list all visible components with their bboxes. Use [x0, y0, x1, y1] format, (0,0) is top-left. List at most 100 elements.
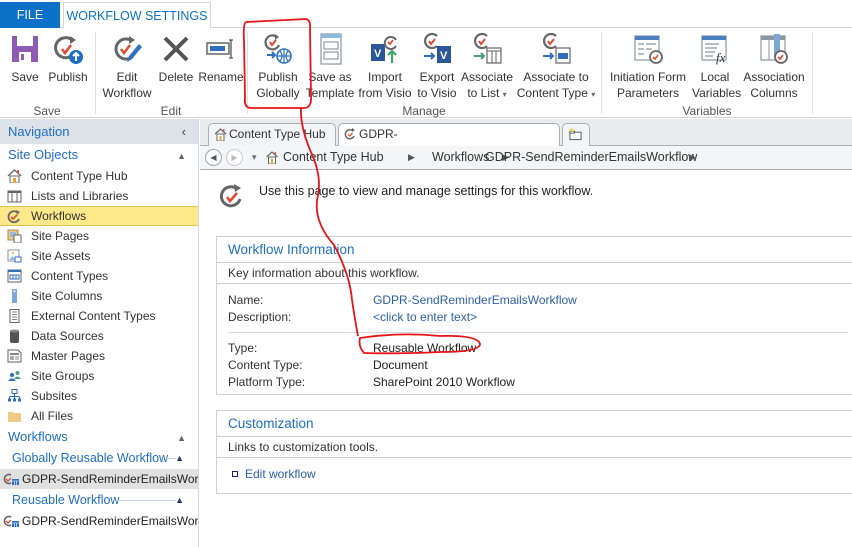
associate-to-list-label-1: Associate: [460, 70, 514, 84]
delete-button[interactable]: Delete: [157, 32, 195, 85]
history-dropdown-icon[interactable]: ▾: [252, 146, 257, 169]
breadcrumb-segment-current[interactable]: GDPR-SendReminderEmailsWorkflow: [485, 146, 697, 169]
breadcrumb-separator-icon[interactable]: ▶: [408, 146, 415, 169]
tab-workflow-settings[interactable]: WORKFLOW SETTINGS: [63, 2, 211, 29]
save-as-template-label-2: Template: [305, 86, 355, 100]
nav-item-site-columns[interactable]: Site Columns: [0, 286, 198, 306]
nav-item-label: Content Types: [31, 269, 109, 283]
doc-tab-label: Content Type Hub: [229, 127, 326, 141]
new-tab-button[interactable]: [562, 123, 590, 146]
associate-to-list-button[interactable]: Associate to List ▾: [459, 32, 515, 103]
chevron-up-icon[interactable]: ▲: [177, 427, 186, 449]
workflow-list-item[interactable]: GDPR-SendReminderEmailsWor...: [0, 511, 198, 531]
subsites-icon: [8, 389, 21, 402]
save-as-template-label-1: Save as: [308, 70, 352, 84]
breadcrumb-segment[interactable]: Workflows: [432, 146, 489, 169]
nav-item-site-assets[interactable]: Site Assets: [0, 246, 198, 266]
breadcrumb-separator-icon[interactable]: ▶: [689, 146, 696, 169]
publish-globally-button[interactable]: Publish Globally: [254, 32, 302, 101]
export-to-visio-button[interactable]: V Export to Visio: [416, 32, 458, 101]
workflow-list-label: GDPR-SendReminderEmailsWor...: [22, 514, 198, 528]
divider: [228, 332, 848, 333]
nav-item-external-content-types[interactable]: External Content Types: [0, 306, 198, 326]
publish-icon: [54, 36, 83, 64]
panel-description: Key information about this workflow.: [217, 263, 852, 284]
save-button[interactable]: Save: [8, 32, 42, 85]
import-from-visio-label-2: from Visio: [358, 86, 412, 100]
globally-reusable-workflow-subsection[interactable]: Globally Reusable Workflow ▲: [0, 448, 198, 469]
workflow-settings-page: Use this page to view and manage setting…: [201, 171, 852, 547]
site-assets-icon: [7, 249, 22, 263]
edit-workflow-link[interactable]: Edit workflow: [245, 467, 316, 481]
associate-to-content-type-icon: [543, 32, 571, 64]
nav-item-subsites[interactable]: Subsites: [0, 386, 198, 406]
breadcrumb-segment[interactable]: Content Type Hub: [283, 146, 384, 169]
document-tab-bar: Content Type Hub GDPR-SendReminderEmails…: [200, 119, 852, 162]
nav-item-lists-and-libraries[interactable]: Lists and Libraries: [0, 186, 198, 206]
workflow-list-icon: [3, 515, 19, 527]
field-label-description: Description:: [228, 310, 292, 324]
workflow-list-icon: [3, 473, 19, 485]
group-label-manage: Manage: [402, 104, 446, 118]
forward-button[interactable]: ▶: [226, 149, 243, 166]
workflow-list-item[interactable]: GDPR-SendReminderEmailsWor...: [0, 469, 198, 489]
field-label-name: Name:: [228, 293, 264, 307]
rename-label: Rename: [198, 70, 244, 84]
ribbon: Save Publish Save Edit Workflow Delete R…: [0, 28, 852, 118]
nav-item-content-type-hub[interactable]: Content Type Hub: [0, 166, 198, 186]
home-icon: [214, 128, 227, 141]
navigation-title: Navigation: [8, 124, 70, 139]
import-from-visio-button[interactable]: V Import from Visio: [357, 32, 413, 101]
edit-workflow-button[interactable]: Edit Workflow: [100, 32, 154, 101]
doc-tab-content-type-hub[interactable]: Content Type Hub: [208, 123, 336, 146]
nav-item-master-pages[interactable]: Master Pages: [0, 346, 198, 366]
reusable-workflow-subsection[interactable]: Reusable Workflow ▲: [0, 490, 198, 511]
association-columns-button[interactable]: Association Columns: [741, 32, 807, 101]
chevron-up-icon[interactable]: ▲: [175, 448, 184, 469]
field-value-name[interactable]: GDPR-SendReminderEmailsWorkflow: [373, 293, 577, 307]
field-value-platform-type: SharePoint 2010 Workflow: [373, 375, 515, 389]
save-as-template-button[interactable]: Save as Template: [305, 32, 355, 101]
breadcrumb-current-label: GDPR-SendReminderEmailsWorkflow: [485, 150, 698, 164]
association-columns-label-2: Columns: [750, 86, 798, 100]
nav-item-site-pages[interactable]: Site Pages: [0, 226, 198, 246]
group-separator: [601, 32, 602, 114]
export-to-visio-label-1: Export: [419, 70, 455, 84]
chevron-up-icon[interactable]: ▲: [177, 145, 186, 167]
initiation-form-parameters-button[interactable]: Initiation Form Parameters: [606, 32, 690, 101]
nav-item-all-files[interactable]: All Files: [0, 406, 198, 426]
subsection-label: Globally Reusable Workflow: [12, 451, 169, 465]
dropdown-arrow-icon: ▾: [591, 90, 596, 99]
delete-label: Delete: [158, 70, 194, 84]
nav-item-site-groups[interactable]: Site Groups: [0, 366, 198, 386]
edit-workflow-label-1: Edit: [116, 70, 138, 84]
svg-text:V: V: [440, 50, 448, 62]
tab-file[interactable]: FILE: [0, 2, 60, 28]
local-variables-button[interactable]: fx Local Variables: [692, 32, 742, 101]
save-label: Save: [11, 70, 39, 84]
local-variables-label-2: Variables: [692, 86, 742, 100]
navigation-header: Navigation ‹: [0, 119, 198, 144]
workflow-icon: [219, 184, 242, 208]
initiation-form-parameters-label-1: Initiation Form: [609, 70, 687, 84]
site-pages-icon: [7, 229, 22, 243]
svg-text:V: V: [374, 48, 382, 60]
back-button[interactable]: ◀: [205, 149, 222, 166]
site-objects-section-header[interactable]: Site Objects ▲: [0, 144, 198, 166]
associate-to-content-type-button[interactable]: Associate to Content Type ▾: [516, 32, 596, 103]
nav-item-content-types[interactable]: Content Types: [0, 266, 198, 286]
nav-item-label: Data Sources: [31, 329, 104, 343]
publish-button[interactable]: Publish: [46, 32, 90, 85]
rename-button[interactable]: Rename: [198, 32, 244, 85]
nav-item-data-sources[interactable]: Data Sources: [0, 326, 198, 346]
group-separator: [812, 32, 813, 114]
nav-item-workflows[interactable]: Workflows: [0, 206, 198, 226]
customization-panel: Customization Links to customization too…: [216, 410, 852, 494]
doc-tab-workflow[interactable]: GDPR-SendReminderEmailsWorkflow: [338, 123, 560, 162]
home-icon: [266, 151, 278, 164]
workflows-section-header[interactable]: Workflows ▲: [0, 426, 198, 448]
field-value-description[interactable]: <click to enter text>: [373, 310, 477, 324]
chevron-up-icon[interactable]: ▲: [175, 490, 184, 511]
import-from-visio-label-1: Import: [367, 70, 402, 84]
collapse-pane-icon[interactable]: ‹: [182, 119, 186, 144]
